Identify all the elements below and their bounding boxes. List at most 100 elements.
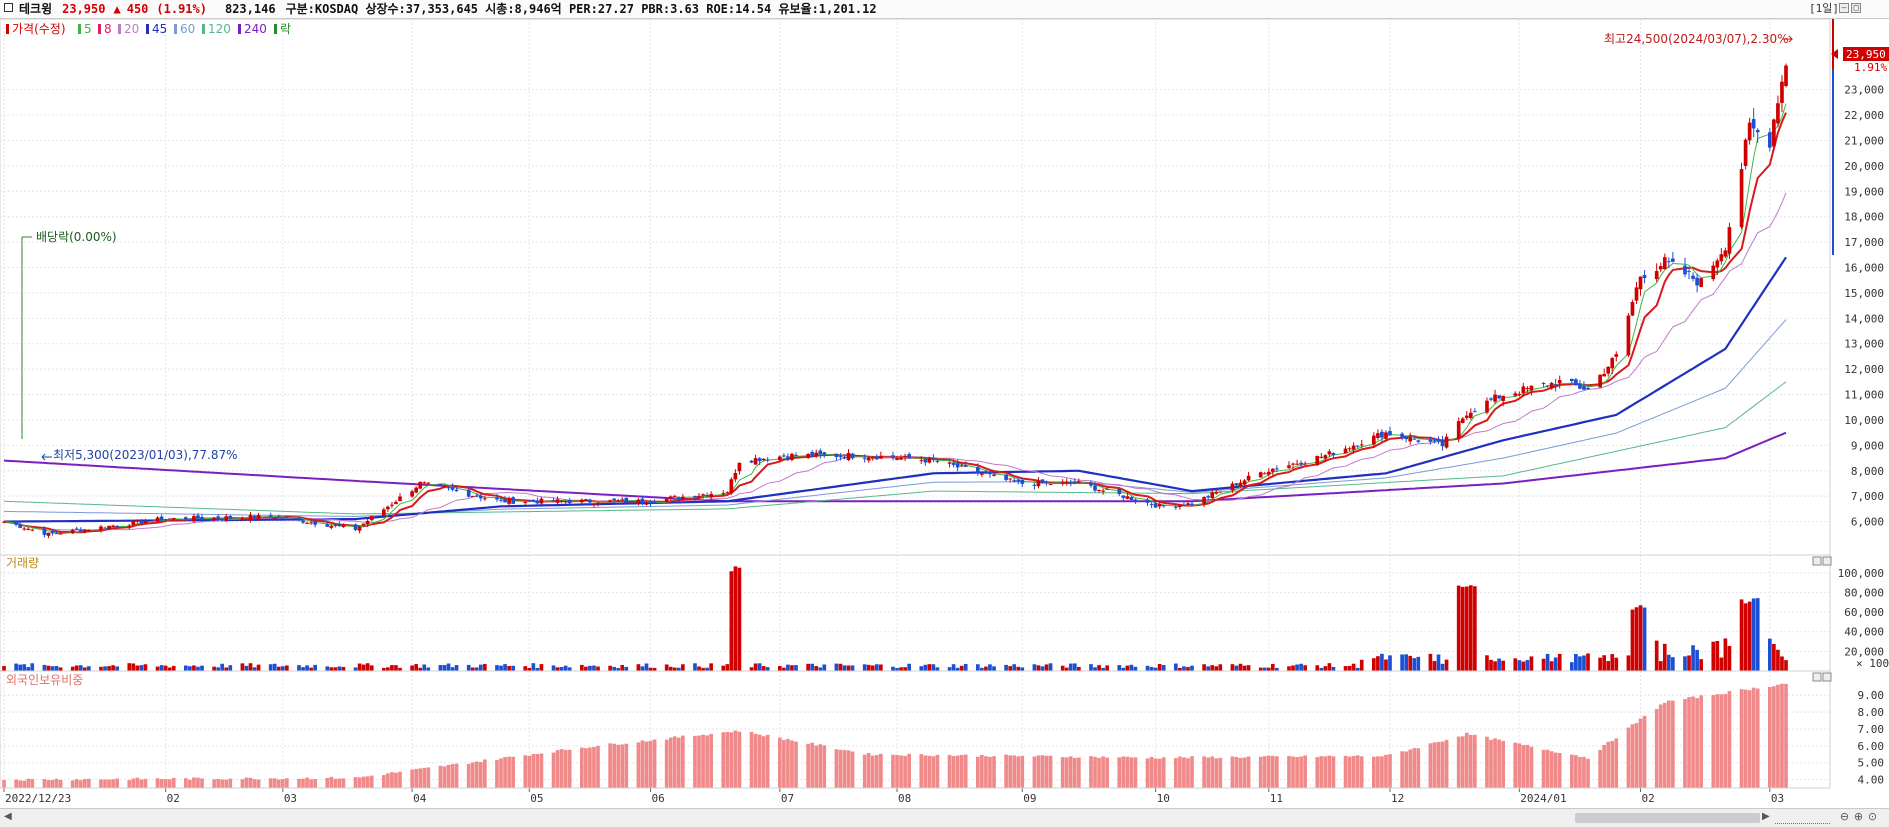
volume-bar xyxy=(30,663,35,671)
foreign-ratio-bar xyxy=(1153,758,1158,788)
candle-body xyxy=(1384,432,1388,439)
foreign-ratio-bar xyxy=(46,779,51,788)
volume-bar xyxy=(584,666,588,671)
foreign-ratio-bar xyxy=(78,780,83,788)
foreign-ratio-bar xyxy=(1376,756,1380,788)
volume-bar xyxy=(1068,663,1073,671)
candle-body xyxy=(1400,433,1404,438)
scroll-right-icon[interactable]: ▶ xyxy=(1762,811,1770,822)
volume-bar xyxy=(70,666,75,671)
candle-body xyxy=(616,500,621,502)
foreign-ratio-bar xyxy=(838,749,843,788)
candle-body xyxy=(757,458,762,462)
foreign-ratio-bar xyxy=(753,733,758,788)
maximize-icon[interactable]: □ xyxy=(1851,3,1861,13)
volume-bar xyxy=(1436,654,1441,671)
candle-body xyxy=(1432,440,1437,442)
candle-body xyxy=(1436,438,1441,442)
foreign-ratio-bar xyxy=(1149,756,1154,788)
scroll-thumb[interactable] xyxy=(1575,813,1760,823)
candle-body xyxy=(341,525,346,527)
foreign-ratio-bar xyxy=(192,777,196,788)
foreign-ratio-bar xyxy=(539,753,544,788)
candle-body xyxy=(959,465,964,467)
volume-bar xyxy=(1642,607,1647,671)
foreign-ratio-bar xyxy=(131,778,136,788)
scrollbar[interactable]: ◀ ▶ ⊖ ⊕ ⊙ xyxy=(0,808,1889,827)
volume-panel-minimize-icon[interactable] xyxy=(1812,556,1822,566)
x-tick-label: 02 xyxy=(167,792,180,805)
volume-bar xyxy=(1347,665,1352,671)
volume-bar xyxy=(22,664,27,671)
foreign-ratio-bar xyxy=(1557,753,1562,788)
volume-panel-close-icon[interactable] xyxy=(1822,556,1832,566)
volume-bar xyxy=(563,665,568,671)
zoom-out-icon[interactable]: ⊖ xyxy=(1838,810,1851,823)
foreign-ratio-bar xyxy=(1602,744,1606,788)
foreign-ratio-bar xyxy=(1238,757,1243,788)
candle-body xyxy=(523,501,528,503)
foreign-panel-minimize-icon[interactable] xyxy=(1812,672,1822,682)
foreign-panel-close-icon[interactable] xyxy=(1822,672,1832,682)
volume-bar xyxy=(866,664,871,671)
foreign-ratio-bar xyxy=(1270,755,1275,788)
foreign-ratio-bar xyxy=(652,739,657,788)
volume-bar xyxy=(1493,661,1497,671)
candle-body xyxy=(1553,384,1558,386)
foreign-ratio-bar xyxy=(1464,732,1469,788)
candle-body xyxy=(470,495,475,497)
foreign-ratio-bar xyxy=(499,758,503,788)
foreign-ratio-bar xyxy=(1780,683,1784,788)
foreign-ratio-bar xyxy=(503,757,507,788)
candle-body xyxy=(325,524,330,527)
volume-bar xyxy=(862,664,867,671)
foreign-ratio-bar xyxy=(709,733,713,788)
scroll-left-icon[interactable]: ◀ xyxy=(4,811,12,822)
volume-bar xyxy=(1412,658,1417,671)
price-tick-label: 18,000 xyxy=(1844,211,1884,224)
foreign-ratio-bar xyxy=(1456,736,1461,788)
candle-body xyxy=(640,498,645,503)
candle-body xyxy=(664,498,669,502)
volume-bar xyxy=(1606,661,1611,671)
volume-bar xyxy=(313,664,317,671)
period-button[interactable]: [1일] xyxy=(1809,0,1839,18)
panel-toggle-icon[interactable] xyxy=(4,3,13,12)
foreign-ratio-bar xyxy=(414,768,418,788)
volume-bar xyxy=(1711,641,1716,671)
volume-bar xyxy=(127,663,132,671)
zoom-in-icon[interactable]: ⊕ xyxy=(1852,810,1865,823)
volume-bar xyxy=(228,665,233,671)
stock-chart[interactable]: 23,000 22,000 21,000 20,000 19,000 18,000 17,0… xyxy=(0,19,1889,808)
foreign-ratio-bar xyxy=(244,777,249,788)
price-panel[interactable] xyxy=(0,19,1831,556)
candle-body xyxy=(1578,383,1582,389)
foreign-ratio-bar xyxy=(58,780,63,788)
zoom-slider[interactable] xyxy=(1775,810,1830,824)
foreign-ratio-bar xyxy=(1351,756,1356,788)
candle-body xyxy=(551,500,556,502)
foreign-ratio-bar xyxy=(1202,756,1206,788)
foreign-ratio-bar xyxy=(862,754,867,788)
price-tick-label: 15,000 xyxy=(1844,287,1884,300)
volume-bar xyxy=(580,664,584,671)
minimize-icon[interactable]: – xyxy=(1839,3,1849,13)
candle-body xyxy=(1751,119,1756,129)
candle-body xyxy=(608,500,612,502)
volume-bar xyxy=(907,663,911,671)
foreign-ratio-bar xyxy=(1186,758,1190,788)
volume-bar xyxy=(111,665,115,671)
volume-bar xyxy=(1343,666,1348,671)
foreign-ratio-bar xyxy=(1683,699,1687,788)
foreign-ratio-bar xyxy=(988,756,992,788)
candle-body xyxy=(1456,421,1461,439)
zoom-reset-icon[interactable]: ⊙ xyxy=(1866,810,1879,823)
volume-bar xyxy=(365,663,370,671)
candle-body xyxy=(1549,382,1554,389)
candle-body xyxy=(22,528,27,530)
volume-bar xyxy=(838,663,843,671)
price-tick-label: 23,000 xyxy=(1844,84,1884,97)
foreign-ratio-bar xyxy=(782,739,786,788)
stock-name[interactable]: 테크윙 xyxy=(19,0,52,18)
volume-tick-label: 80,000 xyxy=(1844,586,1884,599)
